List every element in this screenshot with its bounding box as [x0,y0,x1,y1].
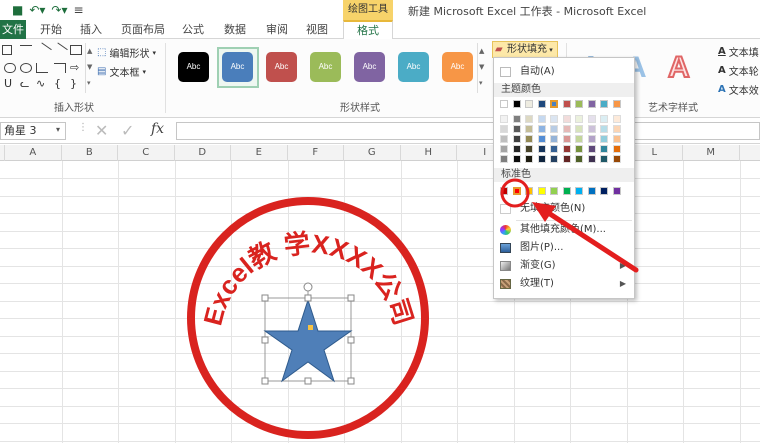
annotation-overlay [500,178,639,273]
highlight-circle [500,178,530,208]
pointer-arrow-shaft [544,209,639,273]
pointer-arrow-head [532,202,556,222]
